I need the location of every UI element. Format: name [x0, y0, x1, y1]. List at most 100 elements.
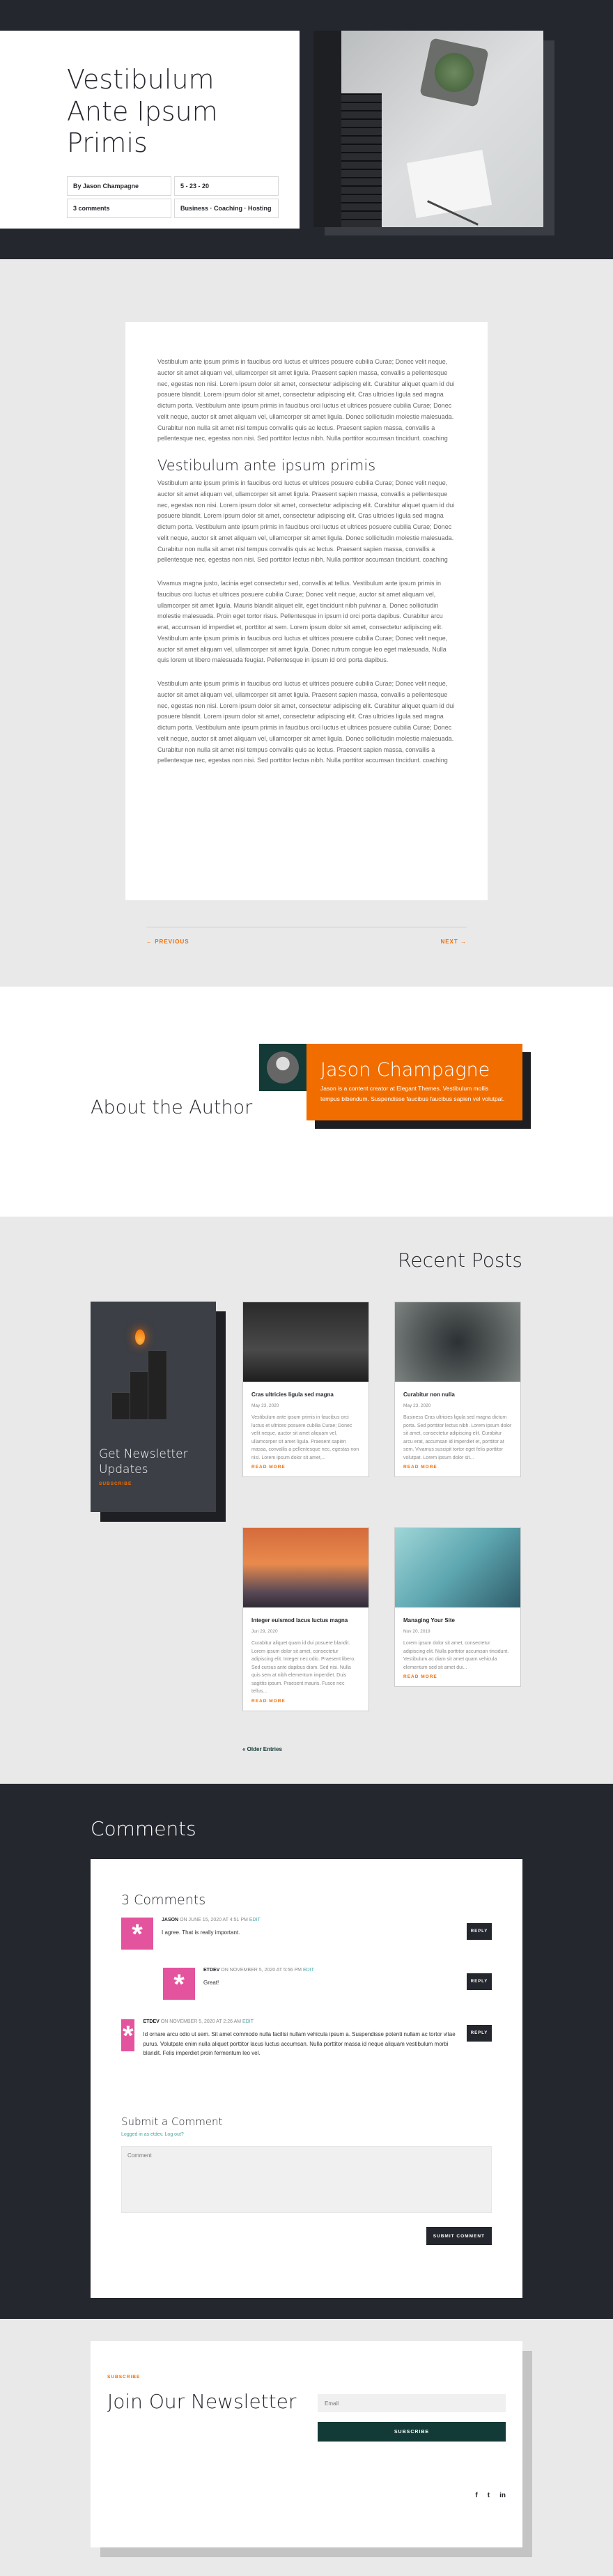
- about-author-heading: About the Author: [91, 1097, 253, 1118]
- post-title: Vestibulum Ante Ipsum Primis: [67, 64, 218, 159]
- comments-box: 3 Comments * JASON ON JUNE 15, 2020 AT 4…: [91, 1859, 522, 2298]
- keyboard: [341, 93, 382, 227]
- twitter-icon[interactable]: t: [488, 2492, 490, 2499]
- post-card-date: May 23, 2020: [403, 1403, 431, 1408]
- comment: * JASON ON JUNE 15, 2020 AT 4:51 PM EDIT…: [121, 1918, 421, 1950]
- paragraph: Vestibulum ante ipsum primis in faucibus…: [157, 680, 455, 764]
- post-card-title[interactable]: Cras ultricies ligula sed magna: [251, 1391, 360, 1398]
- featured-image: [313, 31, 543, 227]
- post-card-title[interactable]: Managing Your Site: [403, 1617, 512, 1624]
- comment-author: ETDEV: [143, 2019, 160, 2024]
- post-card[interactable]: Cras ultricies ligula sed magna May 23, …: [242, 1302, 369, 1478]
- post-comments-count[interactable]: 3 comments: [67, 198, 171, 218]
- newsletter-promo-card[interactable]: Get Newsletter Updates SUBSCRIBE: [91, 1302, 216, 1512]
- paragraph: Vivamus magna justo, lacinia eget consec…: [157, 580, 448, 664]
- post-card[interactable]: Managing Your Site Nov 20, 2019 Lorem ip…: [394, 1527, 521, 1688]
- hero-section: Vestibulum Ante Ipsum Primis By Jason Ch…: [0, 0, 613, 259]
- comment-meta: ON JUNE 15, 2020 AT 4:51 PM: [180, 1918, 248, 1922]
- comment-text: Great!: [203, 1980, 219, 1986]
- article-section: Vestibulum ante ipsum primis in faucibus…: [0, 259, 613, 987]
- post-card-date: Jun 29, 2020: [251, 1629, 278, 1634]
- email-field[interactable]: [318, 2394, 506, 2412]
- author-section: About the Author Jason Champagne Jason i…: [0, 987, 613, 1217]
- avatar-photo: [267, 1051, 299, 1083]
- post-card[interactable]: Integer euismod lacus luctus magna Jun 2…: [242, 1527, 369, 1711]
- post-card-date: Nov 20, 2019: [403, 1629, 430, 1634]
- gravatar-icon: *: [163, 1968, 195, 2000]
- paragraph: Vestibulum ante ipsum primis in faucibus…: [157, 479, 455, 564]
- laptop-edge: [313, 31, 341, 227]
- candle-flame-icon: [135, 1329, 145, 1345]
- reply-button[interactable]: REPLY: [467, 1923, 492, 1940]
- succulent-plant: [419, 38, 489, 107]
- post-thumbnail[interactable]: [243, 1302, 368, 1382]
- post-card-excerpt: Lorem ipsum dolor sit amet, consectetur …: [403, 1641, 509, 1670]
- read-more-link[interactable]: READ MORE: [251, 1699, 360, 1704]
- social-links: f t in: [475, 2492, 506, 2499]
- subscribe-button[interactable]: SUBSCRIBE: [318, 2422, 506, 2442]
- comment-text: Id ornare arcu odio ut sem. Sit amet com…: [143, 2031, 456, 2057]
- post-navigation: ← PREVIOUS NEXT →: [146, 927, 467, 945]
- gravatar-icon: *: [121, 1918, 153, 1950]
- recent-posts-section: Recent Posts Get Newsletter Updates SUBS…: [0, 1217, 613, 1784]
- linkedin-icon[interactable]: in: [499, 2492, 506, 2499]
- author-name: Jason Champagne: [320, 1059, 490, 1081]
- submit-comment-button[interactable]: SUBMIT COMMENT: [426, 2227, 492, 2245]
- newsletter-tag: SUBSCRIBE: [107, 2375, 141, 2380]
- comment-edit-link[interactable]: EDIT: [242, 2019, 254, 2024]
- hero-card: Vestibulum Ante Ipsum Primis By Jason Ch…: [0, 31, 300, 229]
- older-entries-link[interactable]: « Older Entries: [242, 1746, 282, 1752]
- post-card-excerpt: Curabitur aliquet quam id dui posuere bl…: [251, 1641, 356, 1695]
- next-post-link[interactable]: NEXT →: [440, 939, 467, 945]
- post-card-date: May 23, 2020: [251, 1403, 279, 1408]
- recent-posts-heading: Recent Posts: [398, 1249, 522, 1272]
- comment-textarea[interactable]: [121, 2146, 492, 2213]
- read-more-link[interactable]: READ MORE: [403, 1465, 512, 1470]
- previous-post-link[interactable]: ← PREVIOUS: [146, 939, 189, 945]
- author-bio: Jason is a content creator at Elegant Th…: [320, 1085, 505, 1102]
- comments-heading: Comments: [91, 1817, 196, 1840]
- submit-comment-heading: Submit a Comment: [121, 2115, 223, 2128]
- comment-author: ETDEV: [203, 1968, 220, 1973]
- post-meta: By Jason Champagne 5 - 23 - 20 3 comment…: [67, 176, 279, 218]
- logged-in-link[interactable]: Logged in as etdev. Log out?: [121, 2132, 184, 2137]
- post-card-excerpt: Business Cras ultricies ligula sed magna…: [403, 1415, 512, 1460]
- newsletter-card: SUBSCRIBE Join Our Newsletter SUBSCRIBE …: [91, 2341, 522, 2547]
- newsletter-title: Join Our Newsletter: [107, 2390, 297, 2413]
- read-more-link[interactable]: READ MORE: [403, 1674, 512, 1679]
- newsletter-promo-link[interactable]: SUBSCRIBE: [99, 1481, 132, 1486]
- comment-meta: ON NOVEMBER 5, 2020 AT 5:56 PM: [221, 1968, 302, 1973]
- post-thumbnail[interactable]: [243, 1528, 368, 1607]
- blank-card: [406, 150, 492, 218]
- post-date: 5 - 23 - 20: [174, 176, 279, 196]
- comments-count: 3 Comments: [121, 1892, 206, 1908]
- paragraph: Vestibulum ante ipsum primis in faucibus…: [157, 358, 455, 442]
- post-card-title[interactable]: Integer euismod lacus luctus magna: [251, 1617, 360, 1624]
- comment-text: I agree. That is really important.: [162, 1929, 240, 1936]
- stairs-candle-illustration: [111, 1329, 188, 1420]
- post-card-excerpt: Vestibulum ante ipsum primis in faucibus…: [251, 1415, 359, 1460]
- comments-section: Comments 3 Comments * JASON ON JUNE 15, …: [0, 1784, 613, 2319]
- comment-edit-link[interactable]: EDIT: [249, 1918, 261, 1922]
- post-card-title[interactable]: Curabitur non nulla: [403, 1391, 512, 1398]
- newsletter-section: SUBSCRIBE Join Our Newsletter SUBSCRIBE …: [0, 2319, 613, 2576]
- post-thumbnail[interactable]: [395, 1302, 520, 1382]
- gravatar-icon: *: [121, 2019, 135, 2051]
- post-author[interactable]: By Jason Champagne: [67, 176, 171, 196]
- comment: * ETDEV ON NOVEMBER 5, 2020 AT 2:26 AM E…: [121, 2019, 456, 2058]
- post-thumbnail[interactable]: [395, 1528, 520, 1607]
- comment-edit-link[interactable]: EDIT: [303, 1968, 314, 1973]
- newsletter-promo-title: Get Newsletter Updates: [99, 1447, 188, 1477]
- reply-button[interactable]: REPLY: [467, 2025, 492, 2042]
- author-card: Jason Champagne Jason is a content creat…: [306, 1044, 522, 1120]
- facebook-icon[interactable]: f: [475, 2492, 477, 2499]
- reply-button[interactable]: REPLY: [467, 1973, 492, 1990]
- read-more-link[interactable]: READ MORE: [251, 1465, 360, 1470]
- article-heading: Vestibulum ante ipsum primis: [157, 457, 376, 474]
- comment-author: JASON: [162, 1918, 179, 1922]
- post-categories[interactable]: Business · Coaching · Hosting: [174, 198, 279, 218]
- post-card[interactable]: Curabitur non nulla May 23, 2020 Busines…: [394, 1302, 521, 1478]
- author-avatar: [259, 1044, 306, 1091]
- article-body: Vestibulum ante ipsum primis in faucibus…: [125, 322, 488, 900]
- comment-meta: ON NOVEMBER 5, 2020 AT 2:26 AM: [160, 2019, 242, 2024]
